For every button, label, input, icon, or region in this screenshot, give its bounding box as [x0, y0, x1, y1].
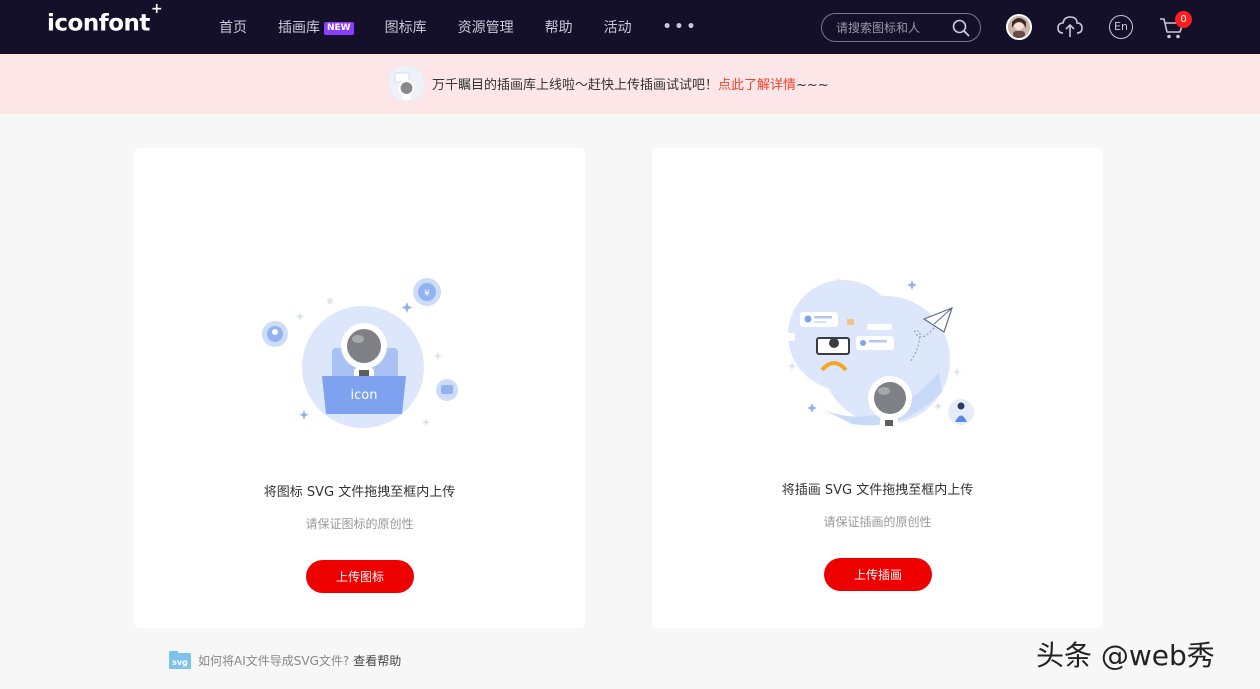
search-input[interactable]	[836, 19, 946, 37]
user-avatar[interactable]	[1006, 14, 1032, 40]
upload-icon-button[interactable]: 上传图标	[306, 560, 414, 593]
view-help-link[interactable]: 查看帮助	[353, 652, 401, 669]
illustration-upload-dropzone[interactable]: 将插画 SVG 文件拖拽至框内上传 请保证插画的原创性 上传插画	[652, 148, 1103, 628]
nav-item-icons[interactable]: 图标库	[385, 17, 427, 37]
more-menu-button[interactable]: •••	[663, 19, 699, 35]
banner-details-link[interactable]: 点此了解详情	[718, 78, 796, 93]
search-box	[821, 13, 981, 42]
language-switch-button[interactable]: En	[1109, 15, 1133, 39]
svg-file-icon: svg	[169, 651, 191, 669]
main-nav: 首页 插画库 NEW 图标库 资源管理 帮助 活动 •••	[219, 0, 698, 54]
illustration-dropzone-title: 将插画 SVG 文件拖拽至框内上传	[781, 483, 974, 498]
avatar-face-icon	[1008, 16, 1030, 38]
svg-help-row: svg 如何将AI文件导成SVG文件? 查看帮助	[168, 647, 401, 673]
nav-item-resources[interactable]: 资源管理	[458, 17, 514, 37]
illustration-upload-illustration	[785, 279, 974, 429]
upload-cloud-icon[interactable]	[1056, 14, 1084, 40]
watermark-text: 头条 @web秀	[1036, 639, 1215, 672]
nav-item-home[interactable]: 首页	[219, 17, 247, 37]
new-badge: NEW	[324, 22, 354, 35]
svg-text:svg: svg	[172, 658, 188, 667]
icon-upload-dropzone[interactable]: ¥ icon 将图标 SVG 文件拖拽至框内上传 请保证图标的原创性 上传图标	[134, 148, 585, 628]
nav-item-activities[interactable]: 活动	[604, 17, 632, 37]
iconfont-logo[interactable]: iconfont+	[47, 1, 163, 37]
icon-upload-illustration: ¥ icon	[262, 278, 458, 428]
icon-dropzone-subtitle: 请保证图标的原创性	[305, 517, 414, 531]
astronaut-avatar-icon	[388, 65, 425, 102]
cart-count-badge: 0	[1175, 11, 1192, 28]
top-navigation-bar: iconfont+ 首页 插画库NEW 图标库 资源管理 帮助 活动 ••• E…	[0, 0, 1260, 54]
banner-message: 万千瞩目的插画库上线啦～赶快上传插画试试吧！点此了解详情~~~	[432, 78, 829, 93]
nav-item-help[interactable]: 帮助	[545, 17, 573, 37]
illustration-dropzone-subtitle: 请保证插画的原创性	[823, 515, 932, 529]
search-icon[interactable]	[952, 19, 970, 37]
announcement-banner: 万千瞩目的插画库上线啦～赶快上传插画试试吧！点此了解详情~~~	[0, 54, 1260, 114]
icon-folder-label: icon	[351, 388, 378, 403]
svg-help-question: 如何将AI文件导成SVG文件?	[198, 653, 350, 668]
nav-item-illustrations[interactable]: 插画库 NEW	[278, 17, 354, 37]
upload-illustration-button[interactable]: 上传插画	[824, 558, 932, 591]
svg-text:¥: ¥	[424, 289, 430, 299]
icon-dropzone-title: 将图标 SVG 文件拖拽至框内上传	[263, 485, 456, 500]
